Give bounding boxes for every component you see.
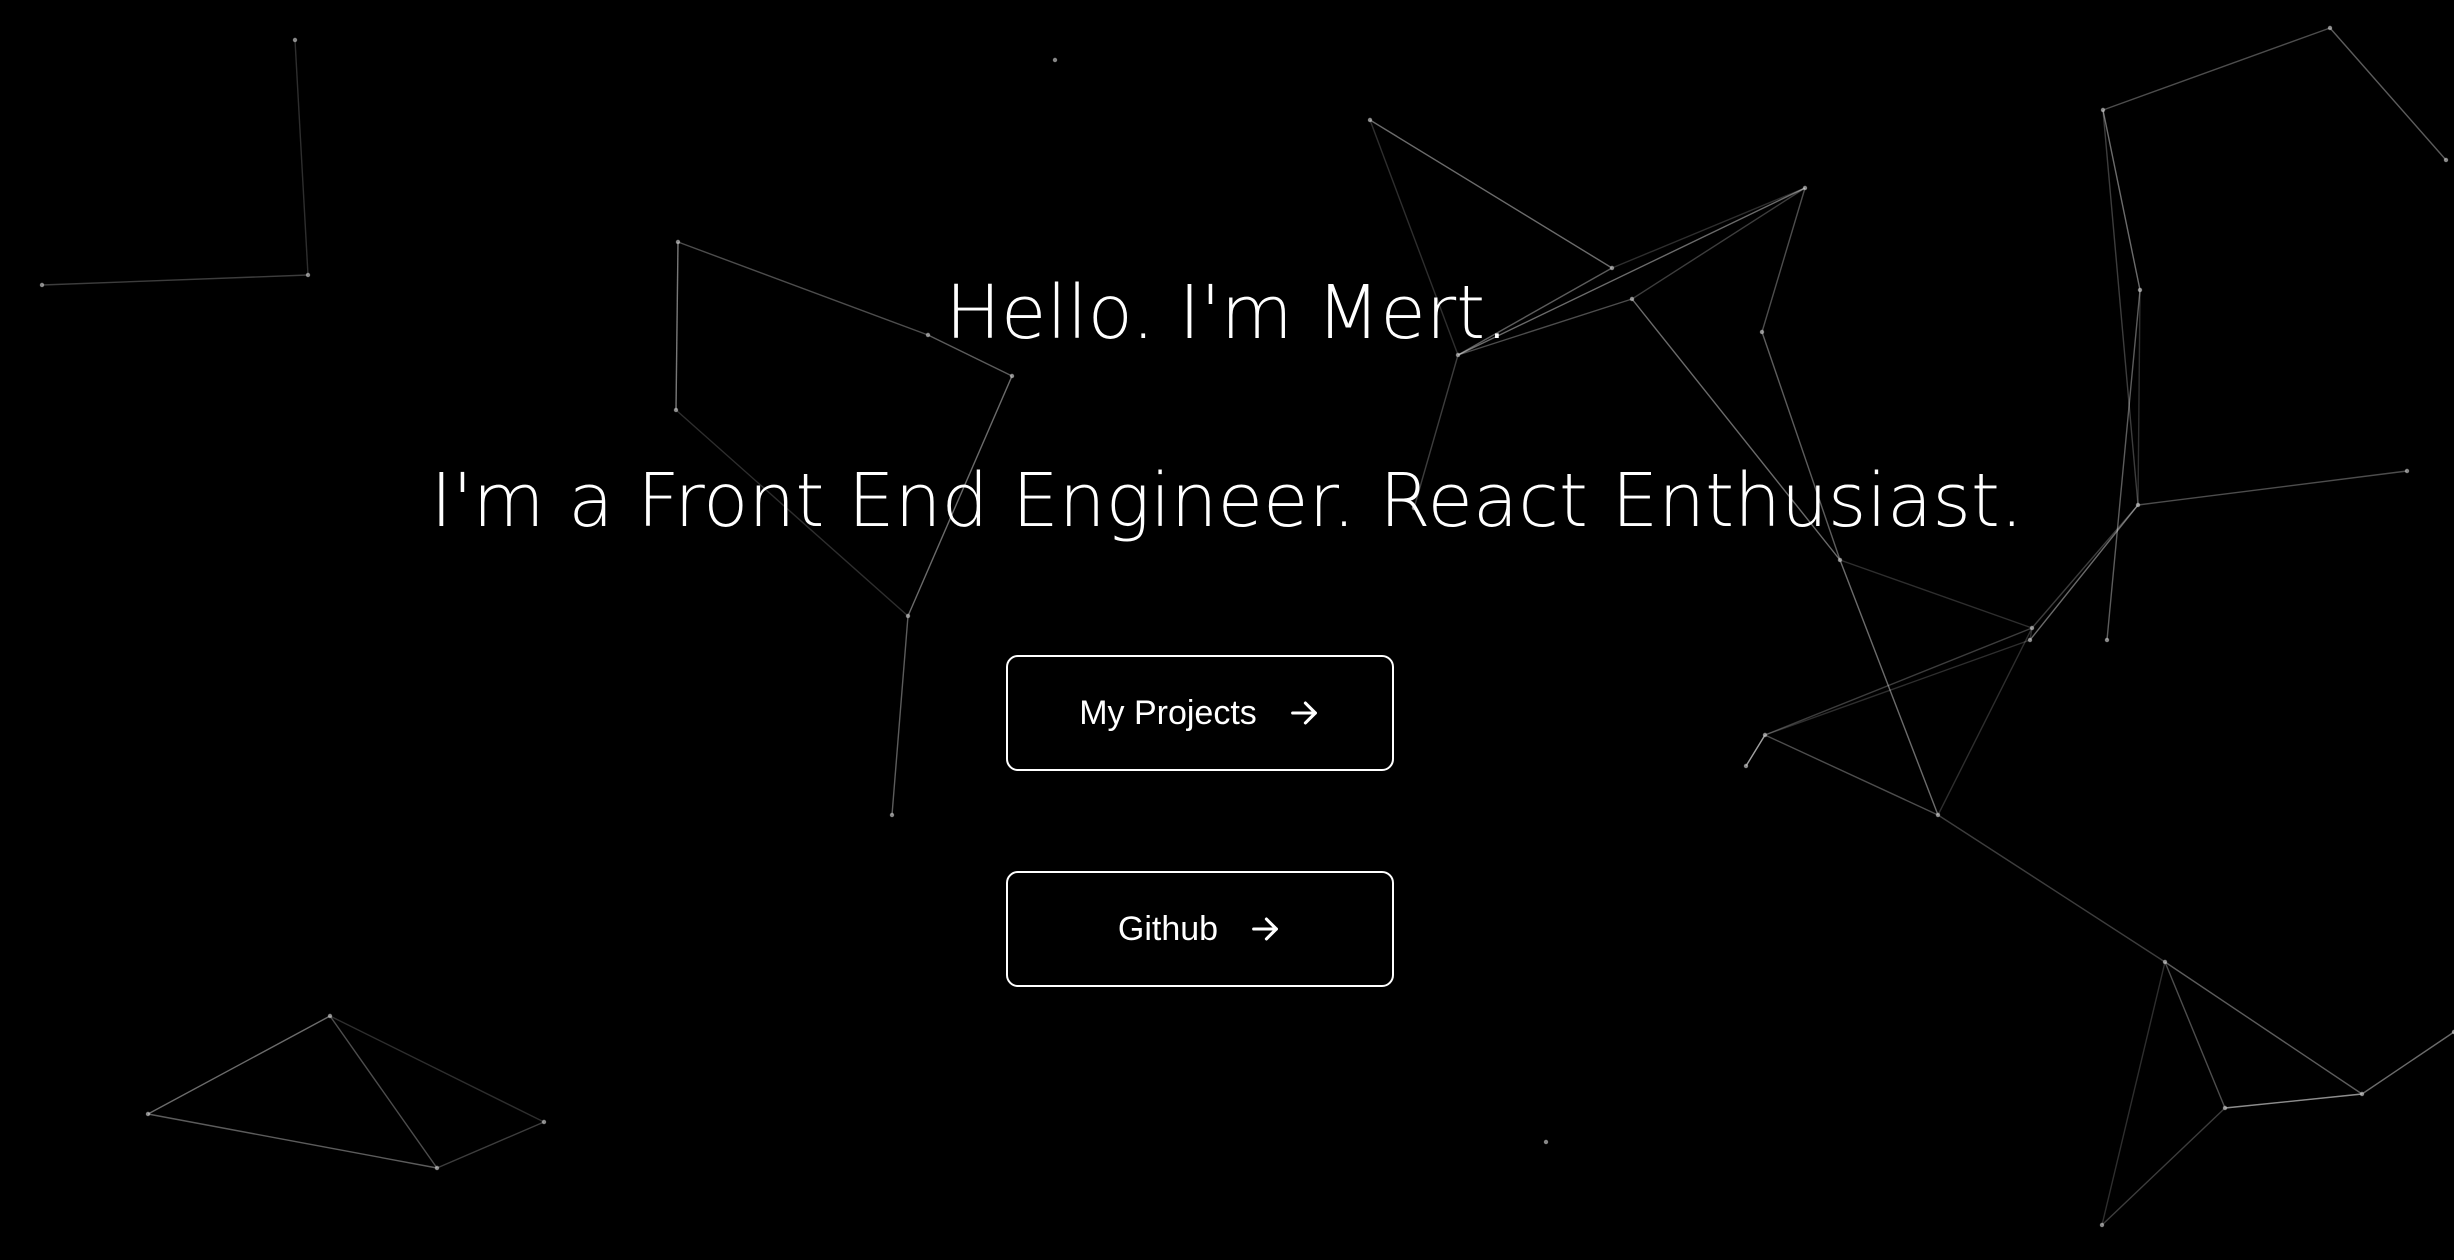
network-node [2029, 625, 2035, 631]
network-node [675, 239, 681, 245]
network-node [2099, 1222, 2105, 1228]
tagline-heading: I'm a Front End Engineer. React Enthusia… [430, 458, 2024, 544]
network-link [891, 615, 909, 816]
network-node [1802, 185, 1808, 191]
network-node [889, 812, 895, 818]
github-label: Github [1117, 909, 1219, 948]
network-link [329, 1015, 438, 1169]
network-node [1837, 557, 1843, 563]
network-node [2222, 1105, 2228, 1111]
network-node [145, 1111, 151, 1117]
network-node [1743, 763, 1749, 769]
network-node [1009, 373, 1015, 379]
network-link [2102, 27, 2331, 111]
network-link [329, 1015, 545, 1123]
network-link [436, 1121, 545, 1169]
network-link [294, 39, 309, 276]
network-node [541, 1119, 547, 1125]
network-links [41, 27, 2454, 1226]
network-node [2327, 25, 2333, 31]
network-link [2102, 109, 2141, 291]
my-projects-button[interactable]: My Projects [1006, 655, 1394, 771]
network-link [1764, 627, 2033, 736]
network-node [327, 1013, 333, 1019]
network-node [434, 1165, 440, 1171]
greeting-heading: Hello. I'm Mert. [945, 270, 1509, 356]
network-link [2101, 1107, 2226, 1226]
network-link [1937, 814, 2166, 963]
network-link [2164, 961, 2226, 1109]
network-link [1839, 559, 2033, 629]
network-node [2027, 637, 2033, 643]
network-link [2361, 1031, 2454, 1095]
network-link [147, 1015, 331, 1115]
network-link [1611, 187, 1806, 269]
github-button[interactable]: Github [1006, 871, 1394, 987]
network-node [2359, 1091, 2365, 1097]
particle-network-background [39, 25, 2454, 1228]
network-node [2104, 637, 2110, 643]
network-link [1764, 639, 2031, 736]
network-node [673, 407, 679, 413]
network-link [2164, 961, 2363, 1095]
network-link [2101, 961, 2166, 1226]
arrow-right-icon [1287, 696, 1321, 730]
hero-section: Hello. I'm Mert. I'm a Front End Enginee… [0, 0, 2454, 1260]
network-node [292, 37, 298, 43]
network-link [147, 1113, 438, 1169]
network-node [1543, 1139, 1549, 1145]
arrow-right-icon [1248, 912, 1282, 946]
network-node [1367, 117, 1373, 123]
network-node [1762, 732, 1768, 738]
network-link [1745, 734, 1766, 767]
network-nodes [39, 25, 2454, 1228]
network-link [1369, 119, 1613, 269]
network-node [905, 613, 911, 619]
network-node [2162, 959, 2168, 965]
network-link [2224, 1093, 2363, 1109]
network-link [2329, 27, 2447, 161]
network-node [2100, 107, 2106, 113]
network-node [2443, 157, 2449, 163]
network-node [1935, 812, 1941, 818]
my-projects-label: My Projects [1079, 693, 1257, 732]
network-node [1052, 57, 1058, 63]
